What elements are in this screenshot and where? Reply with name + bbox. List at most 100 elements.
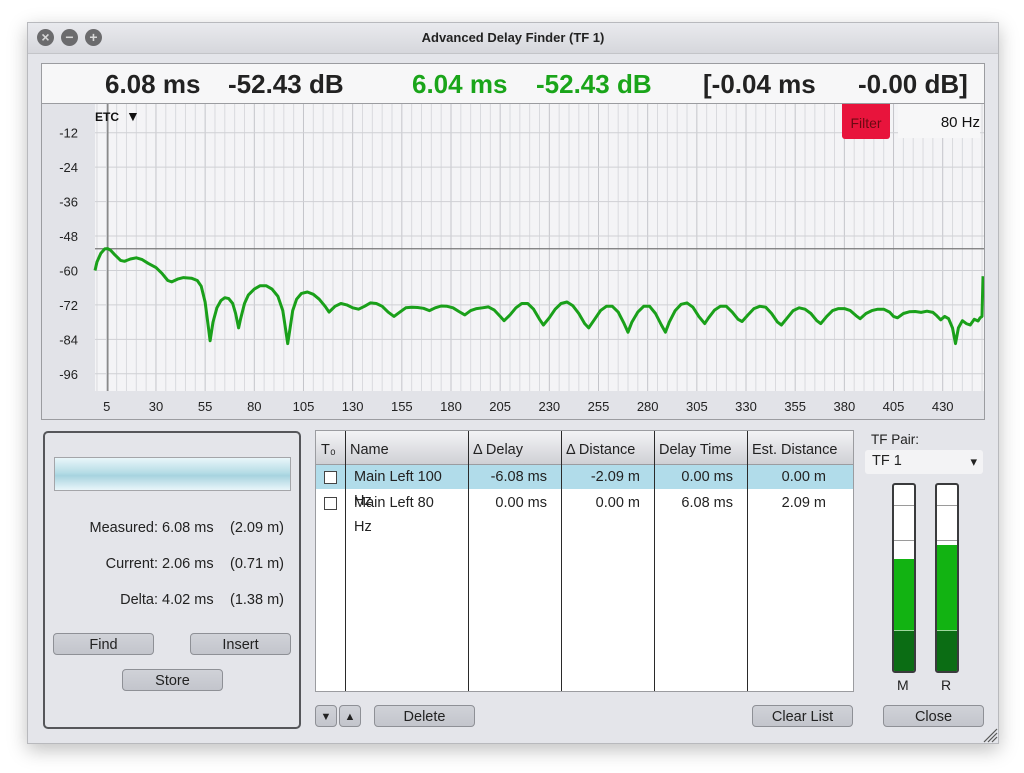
meter-r xyxy=(935,483,959,673)
meter-tick xyxy=(937,505,957,506)
measured-time-value: 6.08 ms xyxy=(162,520,214,536)
delta-time-readout: [-0.04 ms xyxy=(703,69,816,99)
column-header-delay-time[interactable]: Delay Time xyxy=(654,431,747,464)
tf-pair-selected-value: TF 1 xyxy=(872,453,902,469)
meter-m-base xyxy=(894,630,914,671)
measured-label: Measured: xyxy=(89,520,158,536)
t0-checkbox[interactable] xyxy=(324,471,337,484)
measurement-panel: Measured: 6.08 ms (2.09 m) Current: 2.06… xyxy=(43,431,301,729)
view-mode-dropdown-icon[interactable]: ▼ xyxy=(126,108,140,124)
view-mode-label[interactable]: ETC xyxy=(95,110,119,124)
table-row[interactable]: Main Left 100 Hz -6.08 ms -2.09 m 0.00 m… xyxy=(316,465,853,509)
advanced-delay-finder-window: × − + Advanced Delay Finder (TF 1) 6.08 … xyxy=(27,22,999,744)
chevron-down-icon: ▾ xyxy=(970,454,977,469)
move-down-icon: ▼ xyxy=(320,711,332,723)
column-divider xyxy=(747,431,748,691)
x-tick-label: 80 xyxy=(247,399,261,414)
store-button[interactable]: Store xyxy=(122,669,223,691)
resize-grip-icon[interactable] xyxy=(980,725,998,743)
x-tick-label: 230 xyxy=(538,399,560,414)
x-tick-label: 5 xyxy=(103,399,110,414)
y-tick-label: -72 xyxy=(59,298,78,313)
x-tick-label: 205 xyxy=(489,399,511,414)
column-header-delta-distance[interactable]: Δ Distance xyxy=(561,431,654,464)
insert-button[interactable]: Insert xyxy=(190,633,291,655)
filter-button[interactable]: Filter xyxy=(842,104,890,139)
measured-level-readout: -52.43 dB xyxy=(228,69,344,99)
row-name: Main Left 80 Hz xyxy=(354,495,434,535)
column-divider xyxy=(468,431,469,691)
find-button[interactable]: Find xyxy=(53,633,154,655)
x-tick-label: 130 xyxy=(342,399,364,414)
delay-list-table: T₀ Name Δ Delay Δ Distance Delay Time Es… xyxy=(315,430,854,692)
measured-distance-value: (2.09 m) xyxy=(230,520,284,536)
x-tick-label: 55 xyxy=(198,399,212,414)
measured-time-readout: 6.08 ms xyxy=(105,69,201,99)
x-tick-label: 330 xyxy=(735,399,757,414)
reference-time-readout: 6.04 ms xyxy=(412,69,508,99)
column-header-est-distance[interactable]: Est. Distance xyxy=(747,431,844,464)
row-delta-distance: -2.09 m xyxy=(590,469,640,485)
x-tick-label: 105 xyxy=(293,399,315,414)
meter-m xyxy=(892,483,916,673)
x-tick-label: 355 xyxy=(784,399,806,414)
current-label: Current: xyxy=(105,556,158,572)
y-tick-label: -36 xyxy=(59,195,78,210)
progress-bar xyxy=(54,457,291,491)
y-tick-label: -96 xyxy=(59,367,78,382)
meter-r-base xyxy=(937,630,957,671)
column-header-name[interactable]: Name xyxy=(345,431,468,464)
meter-tick xyxy=(894,540,914,541)
filter-value-display: 80 Hz xyxy=(898,104,980,138)
move-up-button[interactable]: ▲ xyxy=(339,705,361,727)
row-delta-delay: 0.00 ms xyxy=(495,495,547,511)
table-row[interactable]: Main Left 80 Hz 0.00 ms 0.00 m 6.08 ms 2… xyxy=(316,491,853,535)
row-delta-delay: -6.08 ms xyxy=(490,469,547,485)
x-tick-label: 180 xyxy=(440,399,462,414)
delta-distance-value: (1.38 m) xyxy=(230,592,284,608)
clear-list-button[interactable]: Clear List xyxy=(752,705,853,727)
etc-chart-svg[interactable]: -12 -24 -36 -48 -60 -72 -84 -96 5 30 55 80 105 130 15… xyxy=(42,104,985,419)
move-down-button[interactable]: ▼ xyxy=(315,705,337,727)
x-tick-label: 405 xyxy=(883,399,905,414)
title-bar: × − + Advanced Delay Finder (TF 1) xyxy=(28,23,998,54)
x-tick-label: 305 xyxy=(686,399,708,414)
y-tick-label: -84 xyxy=(59,332,78,347)
y-tick-label: -12 xyxy=(59,126,78,141)
row-delay-time: 0.00 ms xyxy=(681,469,733,485)
x-tick-label: 430 xyxy=(932,399,954,414)
column-divider xyxy=(654,431,655,691)
current-time-value: 2.06 ms xyxy=(162,556,214,572)
meter-tick xyxy=(937,540,957,541)
meter-r-label: R xyxy=(941,677,952,693)
current-distance-value: (0.71 m) xyxy=(230,556,284,572)
tf-pair-select[interactable]: TF 1 ▾ xyxy=(865,450,983,474)
filter-button-label: Filter xyxy=(850,115,882,131)
meter-m-label: M xyxy=(897,677,909,693)
close-button[interactable]: Close xyxy=(883,705,984,727)
tf-pair-label: TF Pair: xyxy=(871,432,920,447)
meter-tick xyxy=(894,505,914,506)
table-header: T₀ Name Δ Delay Δ Distance Delay Time Es… xyxy=(316,431,853,465)
x-tick-label: 30 xyxy=(149,399,163,414)
move-up-icon: ▲ xyxy=(344,711,356,723)
column-divider xyxy=(345,431,346,691)
delay-readout-bar: 6.08 ms -52.43 dB 6.04 ms -52.43 dB [-0.… xyxy=(41,63,985,104)
column-header-delta-delay[interactable]: Δ Delay xyxy=(468,431,561,464)
etc-chart[interactable]: -12 -24 -36 -48 -60 -72 -84 -96 5 30 55 80 105 130 15… xyxy=(41,103,985,420)
row-name: Main Left 100 Hz xyxy=(354,469,442,509)
x-tick-label: 255 xyxy=(588,399,610,414)
delta-level-readout: -0.00 dB] xyxy=(858,69,968,99)
row-est-distance: 2.09 m xyxy=(781,495,826,511)
x-tick-label: 155 xyxy=(391,399,413,414)
y-tick-label: -48 xyxy=(59,229,78,244)
t0-checkbox[interactable] xyxy=(324,497,337,510)
delete-button[interactable]: Delete xyxy=(374,705,475,727)
delta-time-value: 4.02 ms xyxy=(162,592,214,608)
column-header-t0[interactable]: T₀ xyxy=(316,431,345,464)
x-tick-label: 380 xyxy=(834,399,856,414)
column-divider xyxy=(561,431,562,691)
y-tick-label: -60 xyxy=(59,263,78,278)
delta-label: Delta: xyxy=(120,592,158,608)
row-delay-time: 6.08 ms xyxy=(681,495,733,511)
